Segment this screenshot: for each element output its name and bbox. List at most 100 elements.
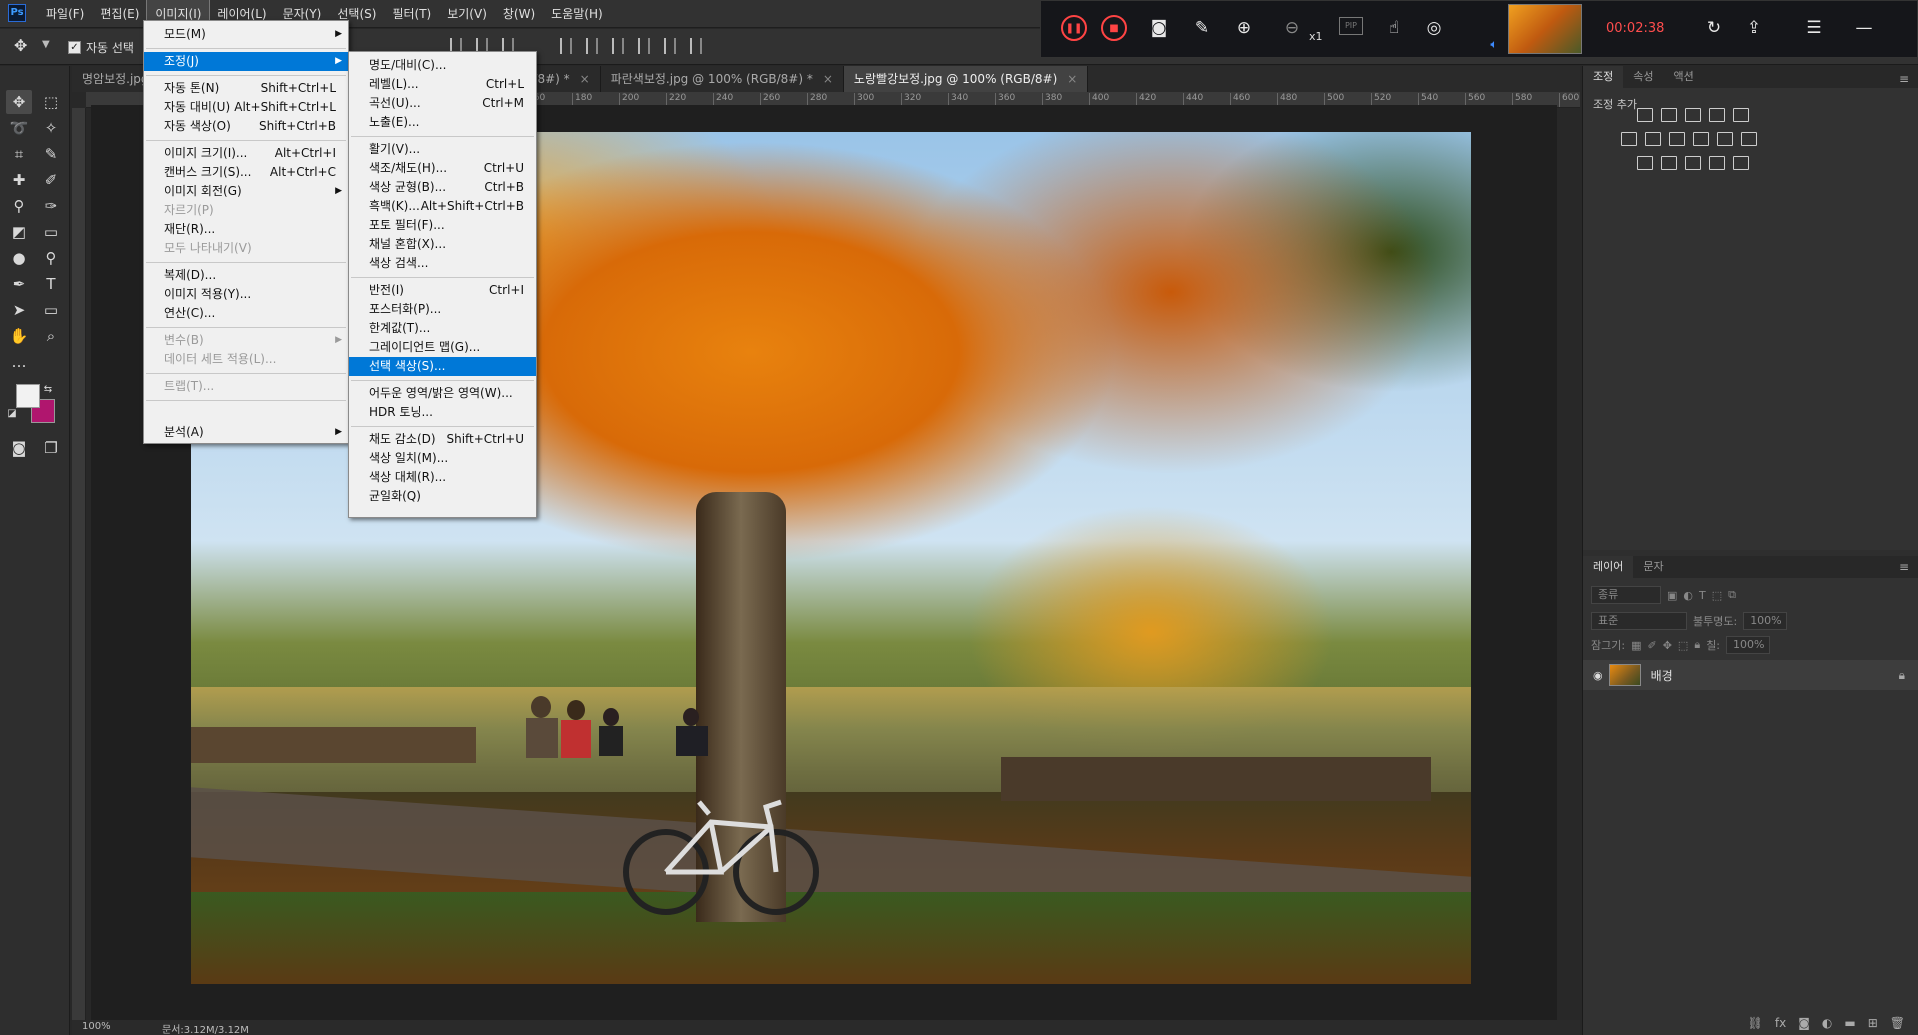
menu-item[interactable]: 색상 대체(R)... [349,468,536,487]
menu-item[interactable]: 자동 색상(O) Shift+Ctrl+B [144,117,348,136]
filter-smart-icon[interactable]: ⧉ [1728,588,1736,602]
document-tab[interactable]: 파란색보정.jpg @ 100% (RGB/8#) * × [601,66,844,92]
panel-tab[interactable]: 조정 [1583,66,1624,88]
menu-item[interactable]: 복제(D)... [144,266,348,285]
blur-tool-icon[interactable]: ● [6,246,32,270]
color-lookup-icon[interactable] [1741,132,1757,146]
stop-record-icon[interactable]: ■ [1101,15,1127,41]
distribute-bottom-icon[interactable] [612,38,624,54]
menu-item[interactable]: 색상 일치(M)... [349,449,536,468]
menu-0[interactable]: 파일(F) [38,0,92,28]
distribute-right-icon[interactable] [690,38,702,54]
rectangle-tool-icon[interactable]: ▭ [38,298,64,322]
screen-mode-icon[interactable]: ❐ [38,436,64,460]
layers-menu-icon[interactable]: ≡ [1899,560,1909,574]
refresh-icon[interactable]: ↻ [1701,15,1727,41]
crop-tool-icon[interactable]: ⌗ [6,142,32,166]
cursor-effect-icon[interactable]: ☝ [1381,15,1407,41]
blend-mode-select[interactable]: 표준 [1591,612,1687,630]
menu-item[interactable]: 채널 혼합(X)... [349,235,536,254]
layer-style-icon[interactable]: fx [1775,1016,1786,1030]
menu-item[interactable]: 균일화(Q) [349,487,536,506]
levels-icon[interactable] [1661,108,1677,122]
healing-brush-icon[interactable]: ✚ [6,168,32,192]
distribute-middle-icon[interactable] [586,38,598,54]
menu-9[interactable]: 도움말(H) [543,0,611,28]
lasso-tool-icon[interactable]: ➰ [6,116,32,140]
auto-select-checkbox[interactable]: ✓ 자동 선택 [68,39,134,56]
screenshot-icon[interactable]: ◙ [1146,15,1172,41]
quick-mask-icon[interactable]: ◙ [6,436,32,460]
lock-image-icon[interactable]: ✐ [1647,639,1656,652]
gradient-map-icon[interactable] [1733,156,1749,170]
menu-item[interactable]: 어두운 영역/밝은 영역(W)... [349,384,536,403]
close-tab-icon[interactable]: × [823,66,833,92]
volume-icon[interactable]: 🔈︎ [1481,31,1507,57]
default-colors-icon[interactable]: ◪ [4,406,20,420]
eraser-icon[interactable]: ◩ [6,220,32,244]
menu-8[interactable]: 창(W) [495,0,543,28]
menu-item[interactable]: 캔버스 크기(S)... Alt+Ctrl+C [144,163,348,182]
filter-pixel-icon[interactable]: ▣ [1667,589,1677,602]
menu-item[interactable]: 자동 톤(N) Shift+Ctrl+L [144,79,348,98]
type-tool-icon[interactable]: T [38,272,64,296]
hand-tool-icon[interactable]: ✋ [6,324,32,348]
panel-tab[interactable]: 레이어 [1583,556,1634,578]
zoom-in-icon[interactable]: ⊕ [1231,15,1257,41]
dodge-tool-icon[interactable]: ⚲ [38,246,64,270]
zoom-level[interactable]: 100% [82,1021,111,1032]
lock-all-icon[interactable]: 🔒︎ [1694,638,1700,652]
layer-row-background[interactable]: ◉ 배경 🔒︎ [1583,660,1918,690]
visibility-eye-icon[interactable]: ◉ [1593,669,1603,682]
brightness-icon[interactable] [1637,108,1653,122]
menu-item[interactable]: 명도/대비(C)... [349,56,536,75]
lock-transparent-icon[interactable]: ▦ [1631,639,1641,652]
path-select-icon[interactable]: ➤ [6,298,32,322]
hue-saturation-icon[interactable] [1621,132,1637,146]
foreground-color-swatch[interactable] [16,384,40,408]
hide-cursor-icon[interactable]: ◎ [1421,15,1447,41]
menu-item[interactable]: 이미지 회전(G) ▶ [144,182,348,201]
marquee-tool-icon[interactable]: ⬚ [38,90,64,114]
menu-item[interactable]: 재단(R)... [144,220,348,239]
channel-mixer-icon[interactable] [1717,132,1733,146]
menu-item[interactable]: 한계값(T)... [349,319,536,338]
gradient-tool-icon[interactable]: ▭ [38,220,64,244]
menu-item[interactable]: 색조/채도(H)... Ctrl+U [349,159,536,178]
menu-item[interactable]: 노출(E)... [349,113,536,132]
menu-item[interactable]: 그레이디언트 맵(G)... [349,338,536,357]
recorder-minimize-icon[interactable]: — [1851,15,1877,41]
menu-item[interactable]: 선택 색상(S)... [349,357,536,376]
exposure-icon[interactable] [1709,108,1725,122]
zoom-out-icon[interactable]: ⊖ [1279,15,1305,41]
close-tab-icon[interactable]: × [1067,66,1077,92]
link-layers-icon[interactable]: ⛓ [1748,1016,1763,1030]
pip-button[interactable]: PIP [1339,17,1363,35]
menu-item[interactable]: 활기(V)... [349,140,536,159]
black-white-icon[interactable] [1669,132,1685,146]
filter-type-icon[interactable]: T [1699,589,1706,602]
menu-item[interactable]: 색상 검색... [349,254,536,273]
eyedropper-icon[interactable]: ✎ [38,142,64,166]
history-brush-icon[interactable]: ✑ [38,194,64,218]
menu-item[interactable]: 분석(A) ▶ [144,423,348,442]
opacity-input[interactable]: 100% [1743,612,1788,630]
menu-6[interactable]: 필터(T) [384,0,439,28]
new-adjustment-icon[interactable]: ◐ [1822,1016,1832,1030]
selective-color-icon[interactable] [1709,156,1725,170]
menu-item[interactable]: 모드(M) ▶ [144,25,348,44]
pause-record-icon[interactable]: ❚❚ [1061,15,1087,41]
tool-preset-chevron-icon[interactable]: ▼ [42,39,50,50]
panel-tab[interactable]: 속성 [1623,66,1663,88]
distribute-top-icon[interactable] [560,38,572,54]
new-layer-icon[interactable]: ⊞ [1868,1016,1878,1030]
fill-input[interactable]: 100% [1726,636,1771,654]
menu-item[interactable]: 색상 균형(B)... Ctrl+B [349,178,536,197]
menu-item[interactable]: 포스터화(P)... [349,300,536,319]
move-tool-icon[interactable]: ✥ [6,90,32,114]
menu-item[interactable]: 레벨(L)... Ctrl+L [349,75,536,94]
clone-stamp-icon[interactable]: ⚲ [6,194,32,218]
new-group-icon[interactable]: ▬ [1844,1016,1855,1030]
panel-menu-icon[interactable]: ≡ [1899,72,1909,86]
swap-colors-icon[interactable]: ⇆ [40,382,56,396]
